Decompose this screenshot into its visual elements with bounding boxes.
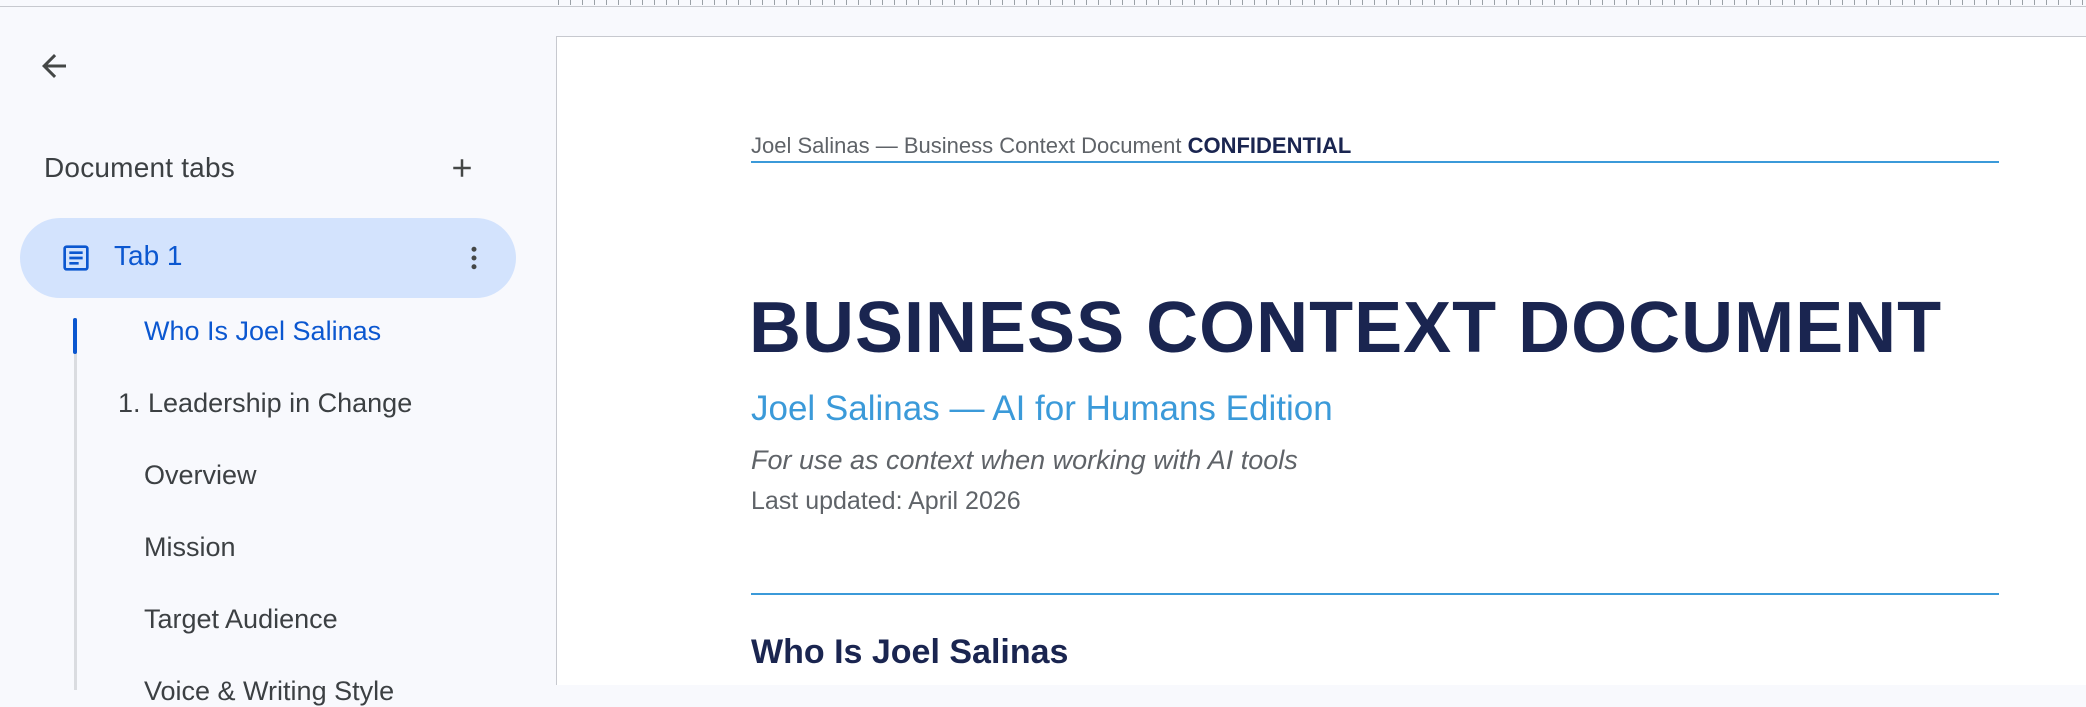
document-tabs-heading: Document tabs — [44, 152, 235, 183]
document-icon — [63, 245, 89, 271]
outline-item-voice-writing-style[interactable]: Voice & Writing Style — [144, 676, 394, 707]
outline-item-overview[interactable]: Overview — [144, 460, 257, 491]
tab-label: Tab 1 — [114, 240, 183, 271]
document-subtitle: Joel Salinas — AI for Humans Edition — [751, 389, 1333, 428]
outline-rail — [74, 318, 77, 690]
header-name: Joel Salinas — Business Context Document — [751, 133, 1182, 158]
header-rule — [751, 161, 1999, 163]
ruler-ticks — [558, 0, 2086, 5]
tab-options-button[interactable] — [452, 236, 496, 280]
back-arrow-icon — [42, 54, 66, 78]
header-confidential: CONFIDENTIAL — [1187, 133, 1352, 158]
document-usage-note: For use as context when working with AI … — [751, 445, 1298, 475]
outline-item-mission[interactable]: Mission — [144, 532, 236, 563]
document-tabs-panel: Document tabs Tab 1 Who Is Joel Salinas … — [0, 6, 556, 706]
back-button[interactable] — [30, 42, 78, 90]
outline-item-who-is-joel-salinas[interactable]: Who Is Joel Salinas — [144, 316, 381, 347]
outline-item-leadership-in-change[interactable]: 1. Leadership in Change — [118, 388, 412, 419]
outline-active-indicator — [73, 318, 77, 354]
plus-icon — [453, 159, 471, 177]
outline-item-target-audience[interactable]: Target Audience — [144, 604, 338, 635]
add-tab-button[interactable] — [440, 146, 484, 190]
section-heading: Who Is Joel Salinas — [751, 633, 1069, 671]
section-rule — [751, 593, 1999, 595]
document-page[interactable]: Joel Salinas — Business Context Document… — [556, 36, 2086, 685]
document-title: BUSINESS CONTEXT DOCUMENT — [749, 288, 1943, 368]
document-last-updated: Last updated: April 2026 — [751, 487, 1021, 515]
tab-1[interactable]: Tab 1 — [20, 218, 516, 298]
more-vert-icon — [471, 246, 477, 270]
document-header: Joel Salinas — Business Context Document… — [751, 133, 1351, 159]
